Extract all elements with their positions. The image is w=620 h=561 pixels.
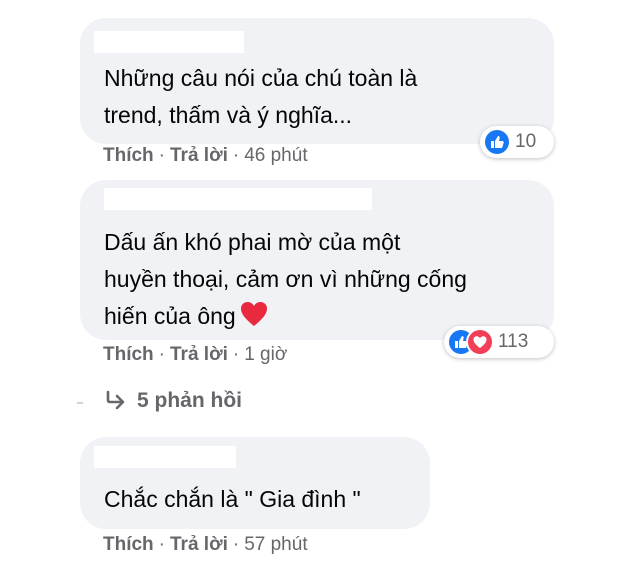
- comment-time[interactable]: 1 giờ: [244, 344, 287, 365]
- comment-line: hiến của ông: [104, 303, 236, 329]
- like-icon: [485, 130, 509, 154]
- comment-bubble: Dấu ấn khó phai mờ của một huyền thoại, …: [80, 180, 554, 340]
- reply-arrow-icon: [105, 390, 127, 416]
- view-replies-link[interactable]: 5 phản hồi: [105, 389, 242, 416]
- thread-line: [77, 402, 83, 404]
- redacted-author-name: [104, 188, 372, 210]
- like-button[interactable]: Thích: [103, 344, 154, 365]
- comment-time[interactable]: 46 phút: [244, 145, 307, 166]
- comment-actions: Thích · Trả lời · 57 phút: [103, 534, 308, 555]
- redacted-author-name: [94, 31, 244, 53]
- comment-actions: Thích · Trả lời · 1 giờ: [103, 344, 288, 365]
- reaction-summary[interactable]: 113: [444, 326, 554, 358]
- reaction-count: 10: [515, 131, 537, 152]
- reaction-summary[interactable]: 10: [480, 126, 554, 158]
- love-icon: [468, 330, 492, 354]
- comment-line: Chắc chắn là " Gia đình ": [104, 486, 361, 512]
- comment-text: Dấu ấn khó phai mờ của một huyền thoại, …: [104, 224, 467, 338]
- like-button[interactable]: Thích: [103, 534, 154, 555]
- comment-line: trend, thấm và ý nghĩa...: [104, 102, 353, 128]
- redacted-author-name: [94, 446, 236, 468]
- comment-text: Những câu nói của chú toàn là trend, thấ…: [104, 60, 417, 134]
- comment-bubble: Những câu nói của chú toàn là trend, thấ…: [80, 18, 554, 144]
- comment-text: Chắc chắn là " Gia đình ": [104, 481, 361, 518]
- comment-line: Những câu nói của chú toàn là: [104, 65, 418, 91]
- replies-count-label: 5 phản hồi: [137, 389, 242, 412]
- comment-line: huyền thoại, cảm ơn vì những cống: [104, 266, 467, 292]
- comment-time[interactable]: 57 phút: [244, 534, 307, 555]
- comment-line-with-emoji: hiến của ông: [104, 298, 467, 338]
- reply-button[interactable]: Trả lời: [170, 344, 228, 365]
- reply-button[interactable]: Trả lời: [170, 145, 228, 166]
- comment-actions: Thích · Trả lời · 46 phút: [103, 145, 308, 166]
- comment-line: Dấu ấn khó phai mờ của một: [104, 229, 401, 255]
- red-heart-emoji-icon: [240, 301, 268, 338]
- reaction-count: 113: [498, 331, 529, 352]
- like-button[interactable]: Thích: [103, 145, 154, 166]
- reply-button[interactable]: Trả lời: [170, 534, 228, 555]
- comment-bubble: Chắc chắn là " Gia đình ": [80, 437, 430, 529]
